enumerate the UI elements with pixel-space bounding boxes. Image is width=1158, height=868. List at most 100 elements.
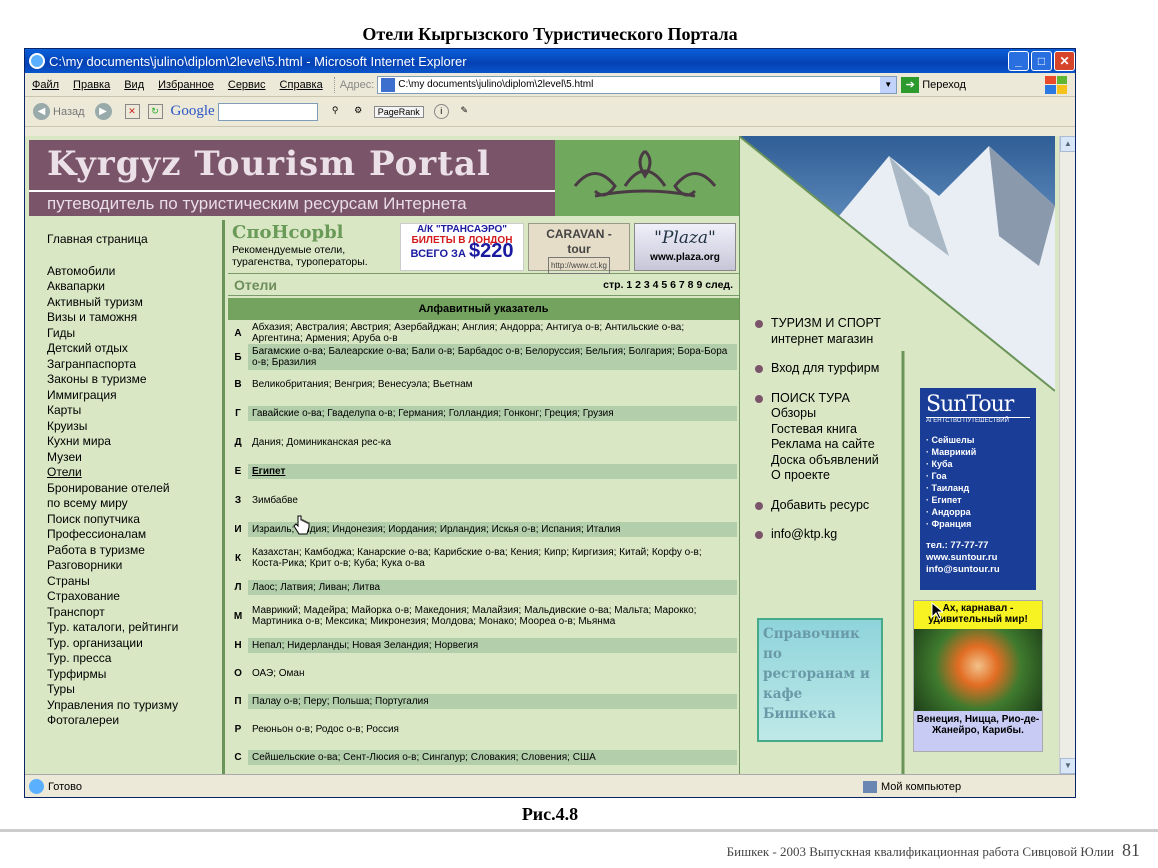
nav-item[interactable]: Визы и таможня [47,310,222,326]
pencil-icon[interactable]: ✎ [457,104,472,119]
vertical-scrollbar[interactable]: ▲ ▼ [1059,136,1075,774]
carnival-ad[interactable]: Ах, карнавал - удивительный мир! Венеция… [913,600,1043,752]
nav-item[interactable]: Фотогалереи [47,713,222,729]
nav-item[interactable]: Управления по туризму [47,698,222,714]
index-letter: Е [234,465,242,477]
nav-item[interactable]: Законы в туризме [47,372,222,388]
transaero-ad[interactable]: А/К "ТРАНСАЭРО" БИЛЕТЫ В ЛОНДОН ВСЕГО ЗА… [400,223,524,271]
go-label: Переход [922,78,966,91]
menu-file[interactable]: Файл [25,79,66,91]
nav-item[interactable]: Туры [47,682,222,698]
title-bar[interactable]: C:\my documents\julino\diplom\2level\5.h… [25,49,1075,73]
site-banner-title[interactable]: Kyrgyz Tourism Portal [29,140,555,190]
link-search[interactable]: ПОИСК ТУРА [755,391,881,407]
nav-item[interactable]: Аквапарки [47,279,222,295]
index-letter: И [234,523,242,535]
link-about[interactable]: О проекте [771,468,881,484]
index-countries[interactable]: Гавайские о-ва; Гваделупа о-в; Германия;… [248,405,737,421]
back-button[interactable]: ◀ Назад [33,103,85,120]
site-banner-subtitle: путеводитель по туристическим ресурсам И… [29,190,555,216]
close-button[interactable]: ✕ [1054,51,1075,71]
nav-item-hotels-active[interactable]: Отели [47,465,222,481]
menu-edit[interactable]: Правка [66,79,117,91]
nav-item[interactable]: Гиды [47,326,222,342]
index-countries[interactable]: Дания; Доминиканская рес-ка [248,435,737,450]
link-add-resource[interactable]: Добавить ресурс [755,498,881,514]
refresh-icon[interactable]: ↻ [147,104,163,119]
index-countries[interactable]: Лаос; Латвия; Ливан; Литва [248,579,737,595]
nav-item[interactable]: по всему миру [47,496,222,512]
index-countries[interactable]: Израиль; Индия; Индонезия; Иордания; Ирл… [248,521,737,537]
minimize-button[interactable]: _ [1008,51,1029,71]
nav-item[interactable]: Музеи [47,450,222,466]
scroll-down-icon[interactable]: ▼ [1060,758,1075,774]
index-countries[interactable]: Египет [248,463,737,479]
link-sport[interactable]: ТУРИЗМ И СПОРТ интернет магазин [755,316,881,347]
menu-tools[interactable]: Сервис [221,79,273,91]
options-icon[interactable]: ⚙ [351,104,366,119]
maximize-button[interactable]: □ [1031,51,1052,71]
info-icon[interactable]: i [433,104,449,119]
ad-line: CARAVAN - [546,227,612,241]
nav-item[interactable]: Турфирмы [47,667,222,683]
nav-item[interactable]: Загранпаспорта [47,357,222,373]
link-reviews[interactable]: Обзоры [771,406,881,422]
link-advertising[interactable]: Реклама на сайте [771,437,881,453]
index-countries[interactable]: ОАЭ; Оман [248,666,737,681]
nav-item[interactable]: Работа в туризме [47,543,222,559]
nav-item[interactable]: Активный туризм [47,295,222,311]
nav-item[interactable]: Страхование [47,589,222,605]
nav-item[interactable]: Профессионалам [47,527,222,543]
nav-item[interactable]: Карты [47,403,222,419]
nav-item[interactable]: Круизы [47,419,222,435]
index-countries[interactable]: Непал; Нидерланды; Новая Зеландия; Норве… [248,637,737,653]
nav-item[interactable]: Детский отдых [47,341,222,357]
google-logo[interactable]: Google [171,103,215,120]
scroll-up-icon[interactable]: ▲ [1060,136,1075,152]
index-countries[interactable]: Великобритания; Венгрия; Венесуэла; Вьет… [248,377,737,392]
suntour-destination: · Египет [926,495,962,505]
index-countries[interactable]: Казахстан; Камбоджа; Канарские о-ва; Кар… [248,545,737,571]
link-login[interactable]: Вход для турфирм [755,361,881,377]
nav-item[interactable]: Тур. пресса [47,651,222,667]
menu-help[interactable]: Справка [273,79,330,91]
index-countries[interactable]: Сейшельские о-ва; Сент-Люсия о-в; Сингап… [248,749,737,765]
google-search-input[interactable] [217,102,318,121]
pagination[interactable]: стр. 1 2 3 4 5 6 7 8 9 след. [603,279,733,291]
nav-item[interactable]: Автомобили [47,264,222,280]
nav-item[interactable]: Кухни мира [47,434,222,450]
restaurant-guide-ad[interactable]: Справочник по ресторанам и кафе Бишкека [757,618,883,742]
section-title: Отели [234,276,278,293]
index-countries[interactable]: Зимбабве [248,493,737,508]
index-countries[interactable]: Багамские о-ва; Балеарские о-ва; Бали о-… [248,344,737,370]
caravan-ad[interactable]: CARAVAN - tour http://www.ct.kg [528,223,630,274]
link-email[interactable]: info@ktp.kg [755,527,881,543]
link-guestbook[interactable]: Гостевая книга [771,422,881,438]
go-button[interactable]: ➔ Переход [901,76,966,93]
suntour-logo: SunTour [926,392,1014,417]
nav-item[interactable]: Поиск попутчика [47,512,222,528]
forward-button[interactable]: ▶ [94,103,115,120]
plaza-ad[interactable]: "Plaza" www.plaza.org [634,223,736,271]
nav-item[interactable]: Страны [47,574,222,590]
nav-item[interactable]: Транспорт [47,605,222,621]
nav-item[interactable]: Бронирование отелей [47,481,222,497]
address-bar[interactable]: C:\my documents\julino\diplom\2level\5.h… [377,75,898,94]
binoculars-icon[interactable]: ⚲ [328,104,343,119]
stop-icon[interactable]: ✕ [124,104,140,119]
link-board[interactable]: Доска объявлений [771,453,881,469]
nav-item[interactable]: Разговорники [47,558,222,574]
pagerank-button[interactable]: PageRank [373,105,424,118]
index-countries[interactable]: Абхазия; Австралия; Австрия; Азербайджан… [248,320,737,346]
chevron-down-icon[interactable]: ▼ [880,76,897,93]
index-countries[interactable]: Реюньон о-в; Родос о-в; Россия [248,722,737,737]
nav-item[interactable]: Тур. организации [47,636,222,652]
index-countries[interactable]: Палау о-в; Перу; Польша; Португалия [248,693,737,709]
nav-item[interactable]: Тур. каталоги, рейтинги [47,620,222,636]
index-countries[interactable]: Маврикий; Мадейра; Майорка о-в; Македони… [248,603,737,629]
menu-view[interactable]: Вид [117,79,151,91]
suntour-ad[interactable]: SunTour АГЕНТСТВО ПУТЕШЕСТВИЙ · Сейшелы ·… [920,388,1036,590]
menu-favorites[interactable]: Избранное [151,79,221,91]
nav-item-home[interactable]: Главная страница [47,232,222,248]
nav-item[interactable]: Иммиграция [47,388,222,404]
